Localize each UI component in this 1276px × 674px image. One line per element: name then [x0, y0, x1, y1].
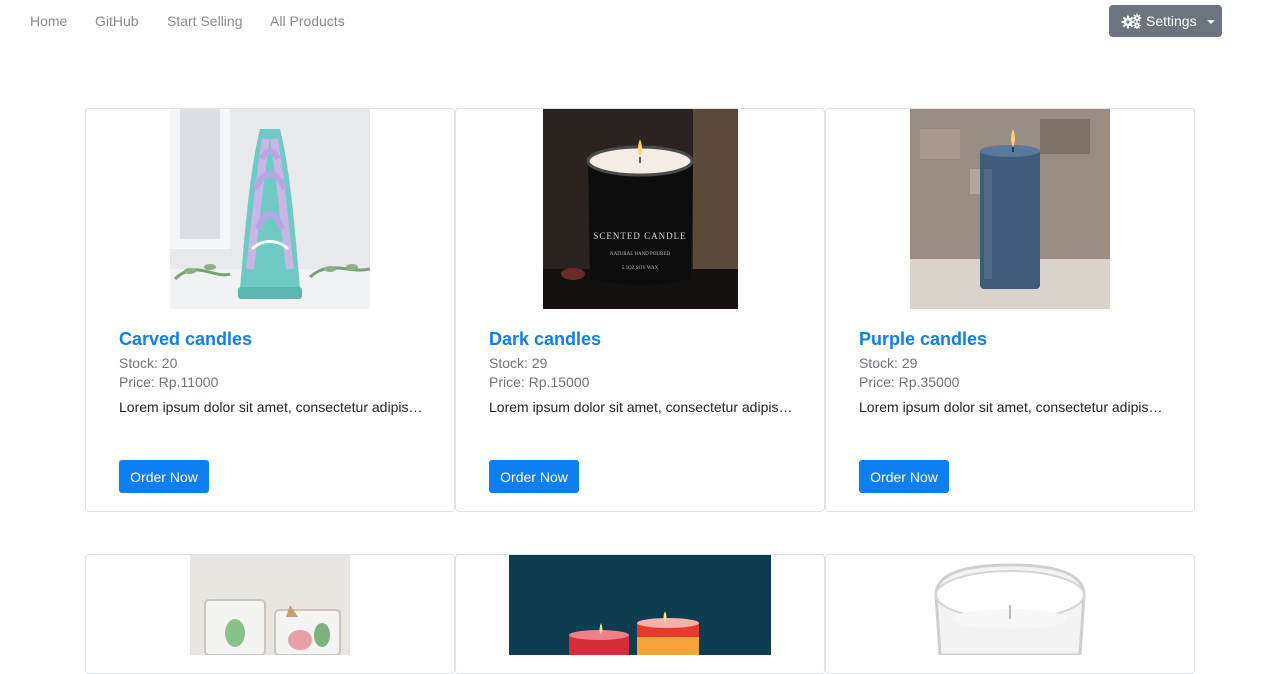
order-now-button[interactable]: Order Now: [119, 460, 209, 493]
gears-icon: [1121, 13, 1142, 29]
settings-dropdown-button[interactable]: Settings: [1109, 5, 1222, 37]
settings-label: Settings: [1146, 13, 1197, 29]
product-price: Price: Rp.15000: [489, 374, 590, 390]
product-description: Lorem ipsum dolor sit amet, consectetur …: [489, 399, 794, 415]
product-image[interactable]: [170, 109, 370, 309]
product-image[interactable]: [910, 109, 1110, 309]
product-description: Lorem ipsum dolor sit amet, consectetur …: [119, 399, 424, 415]
jar-label-subtitle: NATURAL HAND POURED: [610, 252, 670, 257]
product-stock: Stock: 20: [119, 355, 178, 371]
product-card: Purple candles Stock: 29 Price: Rp.35000…: [825, 108, 1195, 512]
nav-link-github[interactable]: GitHub: [95, 12, 139, 30]
caret-down-icon: [1206, 19, 1215, 24]
product-title[interactable]: Carved candles: [119, 328, 252, 350]
jar-label-weight: 5.5OZ SOY WAX: [622, 266, 659, 271]
product-stock: Stock: 29: [859, 355, 918, 371]
order-now-button[interactable]: Order Now: [489, 460, 579, 493]
product-image[interactable]: [509, 555, 771, 655]
product-title[interactable]: Dark candles: [489, 328, 601, 350]
product-card: SCENTED CANDLE NATURAL HAND POURED 5.5OZ…: [455, 108, 825, 512]
nav-link-start-selling[interactable]: Start Selling: [167, 12, 242, 30]
product-image[interactable]: SCENTED CANDLE NATURAL HAND POURED 5.5OZ…: [543, 109, 738, 309]
product-price: Price: Rp.11000: [119, 374, 219, 390]
product-price: Price: Rp.35000: [859, 374, 960, 390]
product-card: [455, 554, 825, 674]
product-card: Carved candles Stock: 20 Price: Rp.11000…: [85, 108, 455, 512]
product-image[interactable]: [918, 555, 1103, 655]
jar-label-title: SCENTED CANDLE: [593, 231, 686, 241]
nav-link-all-products[interactable]: All Products: [270, 12, 345, 30]
order-now-button[interactable]: Order Now: [859, 460, 949, 493]
product-title[interactable]: Purple candles: [859, 328, 987, 350]
product-stock: Stock: 29: [489, 355, 548, 371]
product-image[interactable]: [190, 555, 350, 655]
navbar: Home GitHub Start Selling All Products S…: [0, 0, 1276, 42]
product-card: [825, 554, 1195, 674]
nav-link-home[interactable]: Home: [30, 12, 67, 30]
product-description: Lorem ipsum dolor sit amet, consectetur …: [859, 399, 1164, 415]
product-card: [85, 554, 455, 674]
